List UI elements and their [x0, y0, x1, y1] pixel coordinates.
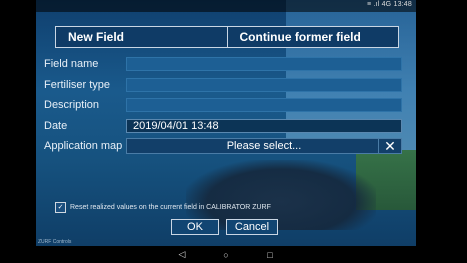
application-map-row: Application map Please select... ✕	[44, 138, 402, 154]
ok-button[interactable]: OK	[171, 219, 219, 235]
reset-values-checkbox[interactable]: ✓	[55, 202, 66, 213]
footer-caption: ZURF Controls	[38, 239, 72, 245]
description-input[interactable]	[126, 98, 402, 112]
application-map-label: Application map	[44, 140, 123, 152]
tab-continue-former-field[interactable]: Continue former field	[226, 27, 398, 47]
field-name-input[interactable]	[126, 57, 402, 71]
home-icon[interactable]: ○	[219, 250, 233, 260]
date-label: Date	[44, 120, 68, 132]
recents-icon[interactable]: □	[263, 250, 277, 260]
status-indicators: ≡ .ıl 4G 13:48	[366, 1, 412, 8]
screen-bezel	[416, 0, 426, 263]
field-name-row: Field name	[44, 56, 402, 72]
cancel-button[interactable]: Cancel	[226, 219, 278, 235]
description-label: Description	[44, 99, 100, 111]
fertiliser-type-label: Fertiliser type	[44, 79, 111, 91]
field-name-label: Field name	[44, 58, 99, 70]
fertiliser-row: Fertiliser type	[44, 77, 402, 93]
date-row: Date 2019/04/01 13:48	[44, 118, 402, 134]
application-map-value: Please select...	[226, 140, 302, 152]
application-map-select[interactable]: Please select... ✕	[126, 138, 402, 154]
status-bar: ≡ .ıl 4G 13:48	[36, 0, 416, 12]
app-screen: ≡ .ıl 4G 13:48 New Field Continue former…	[36, 0, 416, 263]
field-tabs: New Field Continue former field	[55, 26, 399, 48]
date-input[interactable]: 2019/04/01 13:48	[126, 119, 402, 133]
reset-option-row: ✓ Reset realized values on the current f…	[55, 202, 271, 213]
android-nav-bar: ◁ ○ □	[36, 246, 416, 263]
fertiliser-type-input[interactable]	[126, 78, 402, 92]
back-icon[interactable]: ◁	[175, 249, 189, 260]
tab-new-field[interactable]: New Field	[56, 27, 227, 47]
clear-icon[interactable]: ✕	[378, 138, 401, 154]
description-row: Description	[44, 97, 402, 113]
reset-values-label: Reset realized values on the current fie…	[70, 204, 271, 211]
